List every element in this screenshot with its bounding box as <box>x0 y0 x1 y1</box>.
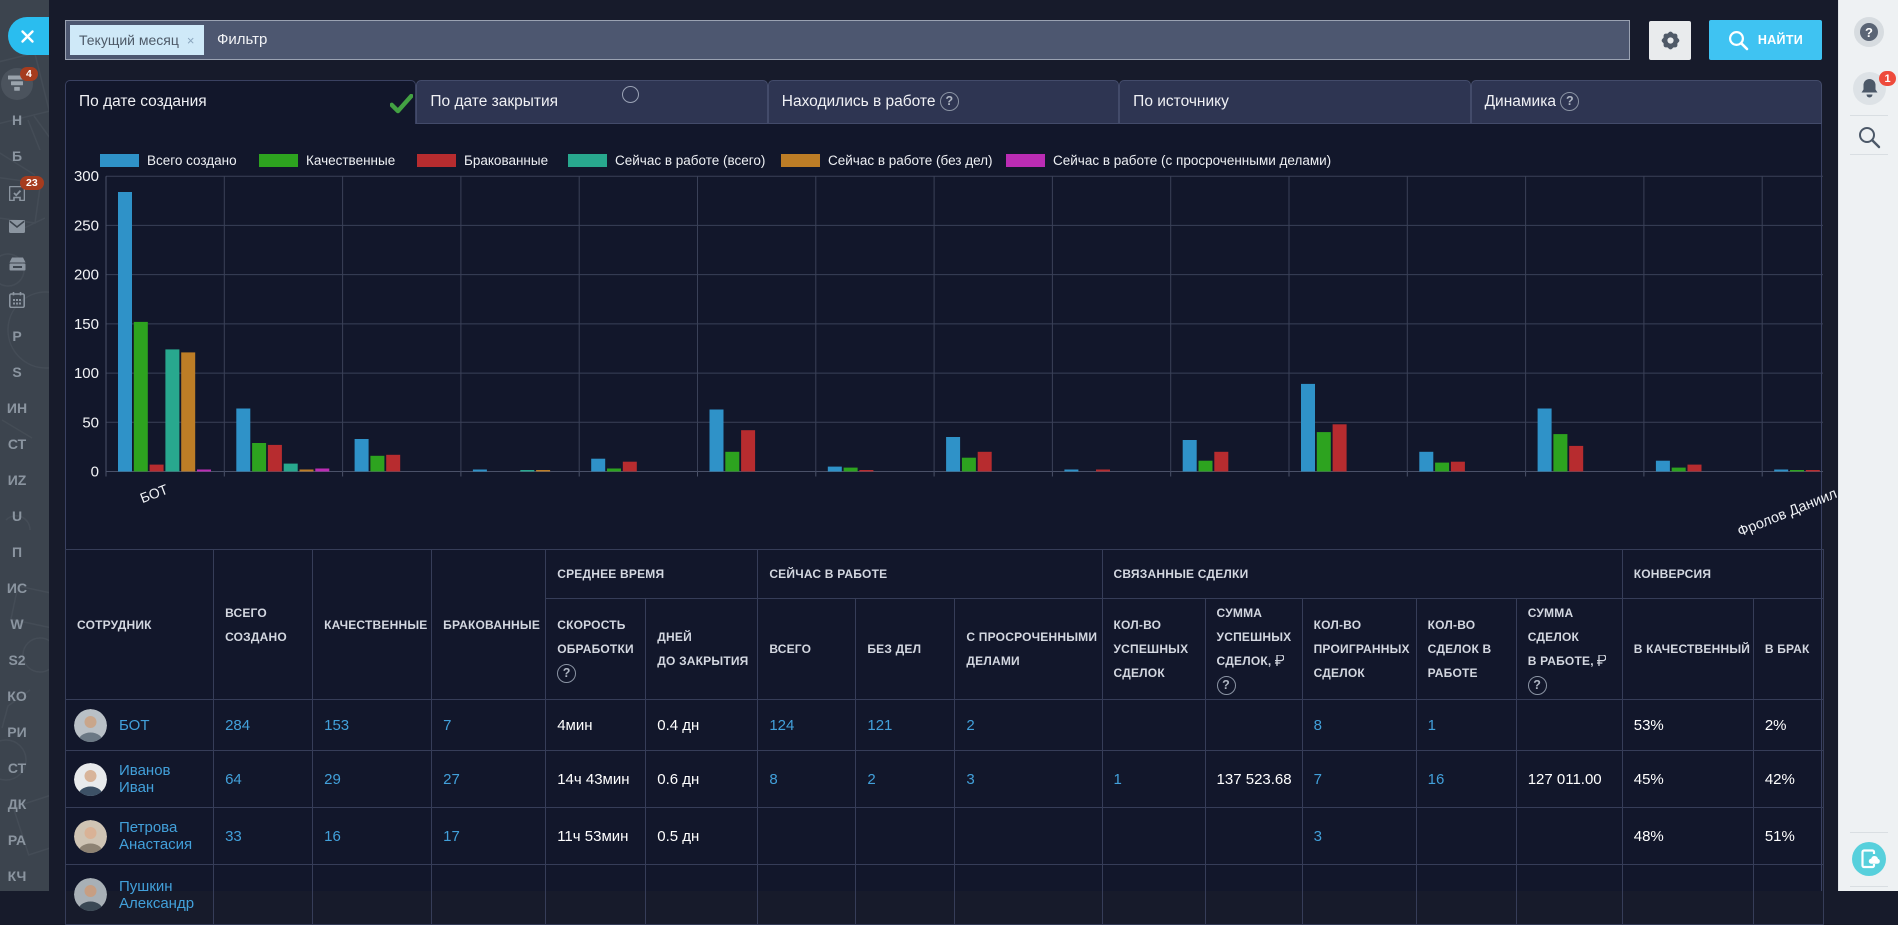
svg-text:50: 50 <box>82 414 99 431</box>
svg-text:250: 250 <box>74 217 99 234</box>
svg-text:БОТ: БОТ <box>138 481 171 506</box>
svg-text:0: 0 <box>91 464 99 481</box>
svg-text:200: 200 <box>74 267 99 284</box>
svg-text:150: 150 <box>74 316 99 333</box>
svg-text:100: 100 <box>74 365 99 382</box>
svg-text:Фролов Даниил: Фролов Даниил <box>1735 486 1839 540</box>
svg-text:300: 300 <box>74 168 99 185</box>
svg-text:?: ? <box>1865 25 1873 40</box>
